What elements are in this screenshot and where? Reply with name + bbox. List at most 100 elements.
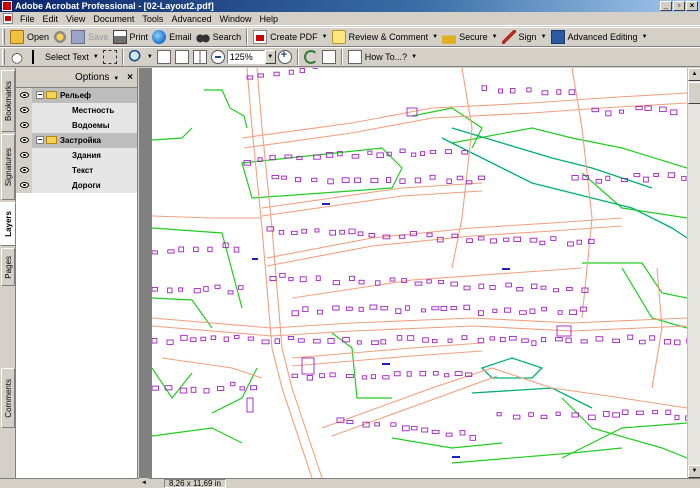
sign-button[interactable]: Sign ▼	[500, 28, 549, 46]
menu-help[interactable]: Help	[255, 12, 282, 26]
menu-advanced[interactable]: Advanced	[167, 12, 215, 26]
select-text-button[interactable]: Select Text ▼	[26, 48, 101, 66]
scroll-down-button[interactable]: ▼	[688, 465, 700, 478]
chevron-down-icon: ▼	[432, 34, 439, 40]
minimize-button[interactable]: _	[660, 1, 672, 11]
tab-signatures[interactable]: Signatures	[1, 134, 15, 200]
document-pane[interactable]	[139, 68, 687, 478]
building-footprint	[466, 238, 473, 243]
layer-name-cell[interactable]: Дороги	[32, 177, 137, 193]
organizer-button[interactable]	[51, 28, 69, 46]
building-footprint	[402, 425, 410, 432]
menu-window[interactable]: Window	[215, 12, 255, 26]
advanced-editing-button[interactable]: Advanced Editing ▼	[549, 28, 650, 46]
visibility-toggle[interactable]	[16, 177, 32, 193]
secure-button[interactable]: Secure ▼	[440, 28, 499, 46]
review-comment-button[interactable]: Review & Comment ▼	[330, 28, 440, 46]
acrobat-app-icon	[2, 1, 12, 11]
scroll-thumb[interactable]	[688, 82, 700, 104]
tab-comments[interactable]: Comments	[1, 368, 15, 428]
actual-size-button[interactable]	[155, 48, 173, 66]
layer-name-cell[interactable]: Текст	[32, 162, 137, 178]
building-footprint	[509, 88, 516, 94]
layer-row: − Рельеф	[16, 87, 137, 103]
search-label: Search	[212, 32, 242, 42]
pdf-page[interactable]	[152, 68, 687, 478]
building-footprint	[207, 246, 213, 253]
menu-file[interactable]: File	[16, 12, 39, 26]
building-footprint	[327, 338, 335, 344]
visibility-toggle[interactable]	[16, 87, 32, 103]
toolbar-separator	[121, 49, 124, 65]
snapshot-button[interactable]	[101, 48, 119, 66]
save-button[interactable]: Save	[69, 28, 111, 46]
hand-tool-button[interactable]	[8, 48, 26, 66]
building-footprint	[429, 149, 436, 154]
vertical-scrollbar[interactable]: ▲ ▼	[687, 68, 700, 478]
visibility-toggle[interactable]	[16, 117, 32, 133]
building-footprint	[278, 230, 285, 235]
menu-tools[interactable]: Tools	[138, 12, 167, 26]
map-drawing	[152, 68, 687, 478]
building-footprint	[257, 73, 264, 78]
options-menu[interactable]: Options ▼	[75, 72, 119, 83]
layer-name-cell[interactable]: − Рельеф	[32, 87, 137, 103]
close-window-button[interactable]: ×	[686, 1, 698, 11]
rotate-view-button[interactable]	[302, 48, 320, 66]
building-footprint	[540, 337, 547, 343]
create-pdf-button[interactable]: Create PDF ▼	[251, 28, 329, 46]
layers-panel-header: Options ▼ ×	[16, 68, 137, 88]
zoom-tool-button[interactable]: ▼	[127, 48, 155, 66]
fit-page-button[interactable]	[173, 48, 191, 66]
how-to-button[interactable]: How To...? ▼	[346, 48, 419, 66]
page-size-indicator[interactable]: 8,26 x 11,69 in	[164, 479, 226, 488]
tab-pages[interactable]: Pages	[1, 248, 15, 286]
menu-view[interactable]: View	[62, 12, 89, 26]
close-panel-button[interactable]: ×	[127, 72, 133, 83]
toolbar-grip[interactable]	[2, 49, 5, 65]
visibility-toggle[interactable]	[16, 147, 32, 163]
scroll-left-button[interactable]: ◄	[139, 478, 149, 488]
building-footprint	[612, 412, 620, 418]
zoom-out-button[interactable]	[209, 48, 227, 66]
open-button[interactable]: Open	[8, 28, 51, 46]
building-footprint	[406, 371, 412, 377]
options-label: Options	[74, 72, 110, 83]
menu-document[interactable]: Document	[89, 12, 138, 26]
scroll-up-button[interactable]: ▲	[688, 68, 700, 81]
collapse-toggle[interactable]: −	[36, 91, 44, 99]
email-button[interactable]: Email	[150, 28, 194, 46]
layer-name-cell[interactable]: Местность	[32, 102, 137, 118]
layer-name-cell[interactable]: Здания	[32, 147, 137, 163]
building-footprint	[526, 87, 532, 93]
fit-width-button[interactable]	[191, 48, 209, 66]
building-footprint	[531, 283, 538, 290]
print-button[interactable]: Print	[111, 28, 151, 46]
collapse-toggle[interactable]: −	[36, 136, 44, 144]
zoom-dropdown[interactable]: ▼	[264, 50, 276, 64]
restore-button[interactable]: ▫	[673, 1, 685, 11]
tab-bookmarks-label: Bookmarks	[3, 80, 13, 121]
layer-name-cell[interactable]: Водоемы	[32, 117, 137, 133]
rotate-icon	[303, 50, 318, 64]
building-footprint	[327, 178, 334, 185]
tab-layers[interactable]: Layers	[0, 202, 16, 246]
layer-name-cell[interactable]: − Застройка	[32, 132, 137, 148]
toolbar-grip[interactable]	[2, 29, 5, 45]
rotate-view-cw-button[interactable]	[320, 48, 338, 66]
building-footprint	[217, 386, 225, 391]
building-footprint	[432, 370, 439, 376]
menu-edit[interactable]: Edit	[39, 12, 63, 26]
visibility-toggle[interactable]	[16, 132, 32, 148]
tab-bookmarks[interactable]: Bookmarks	[1, 70, 15, 132]
search-button[interactable]: Search	[194, 28, 244, 46]
title-bar[interactable]: Adobe Acrobat Professional - [02-Layout2…	[0, 0, 700, 12]
building-footprint	[618, 109, 624, 114]
visibility-toggle[interactable]	[16, 162, 32, 178]
create-pdf-label: Create PDF	[270, 32, 318, 42]
document-icon[interactable]	[3, 13, 13, 24]
visibility-toggle[interactable]	[16, 102, 32, 118]
building-footprint	[541, 90, 549, 96]
zoom-in-button[interactable]	[276, 48, 294, 66]
zoom-level-input[interactable]: 125%	[226, 50, 265, 64]
